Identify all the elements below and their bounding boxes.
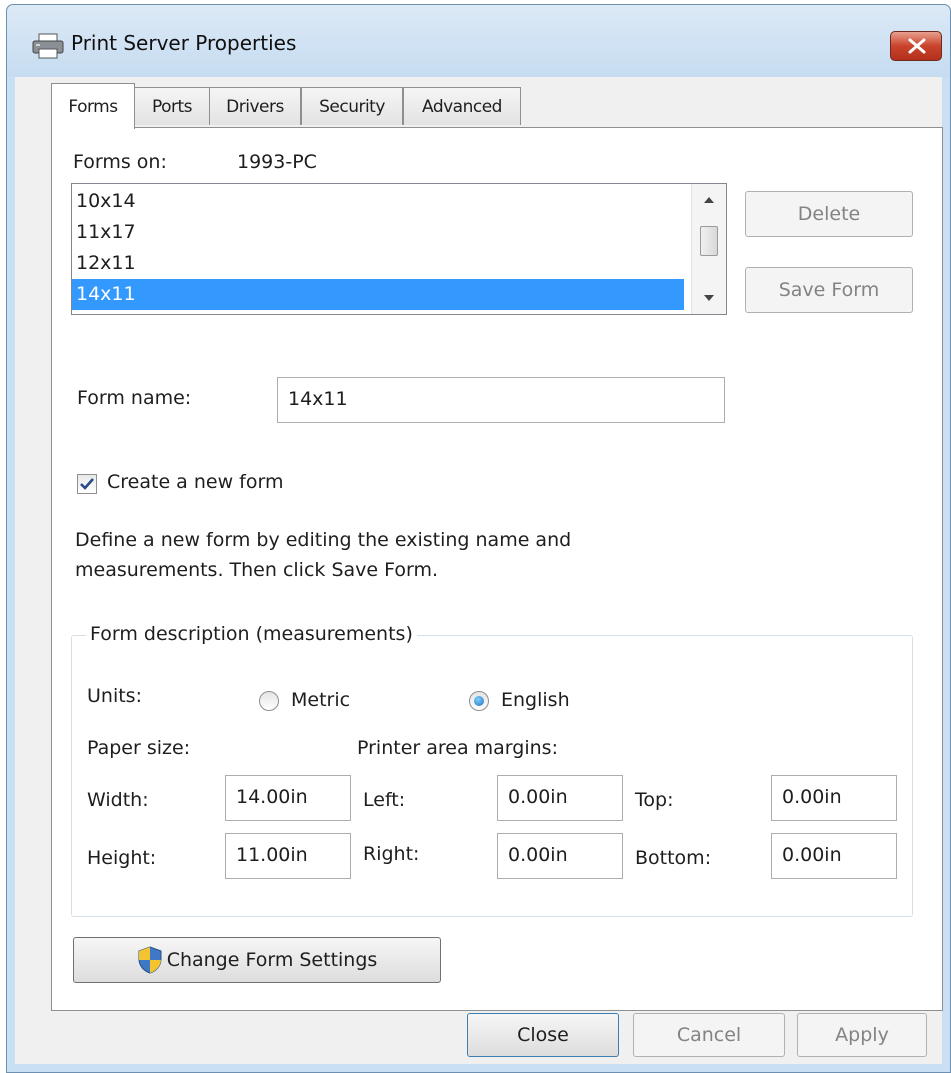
forms-list-scrollbar[interactable] bbox=[691, 184, 726, 314]
create-new-form-label[interactable]: Create a new form bbox=[107, 471, 283, 493]
metric-radio-label[interactable]: Metric bbox=[291, 689, 350, 711]
width-input[interactable]: 14.00in bbox=[225, 775, 351, 821]
right-margin-label: Right: bbox=[363, 843, 420, 865]
top-margin-input[interactable]: 0.00in bbox=[771, 775, 897, 821]
tab-drivers[interactable]: Drivers bbox=[209, 87, 301, 125]
top-margin-label: Top: bbox=[635, 789, 674, 811]
bottom-margin-label: Bottom: bbox=[635, 847, 712, 869]
print-server-properties-window: Print Server Properties Forms Ports Driv… bbox=[6, 4, 951, 1073]
cancel-button[interactable]: Cancel bbox=[633, 1013, 785, 1057]
printer-icon bbox=[32, 33, 64, 59]
create-new-form-checkbox[interactable] bbox=[77, 474, 97, 494]
forms-on-label: Forms on: bbox=[73, 151, 167, 173]
window-close-button[interactable] bbox=[890, 31, 942, 61]
list-item[interactable]: 11x17 bbox=[72, 217, 684, 248]
forms-listbox[interactable]: 10x14 11x17 12x11 14x11 bbox=[71, 183, 727, 315]
save-form-button[interactable]: Save Form bbox=[745, 267, 913, 313]
window-title: Print Server Properties bbox=[71, 31, 297, 55]
instruction-text-line1: Define a new form by editing the existin… bbox=[75, 529, 572, 551]
list-item[interactable]: 10x14 bbox=[72, 186, 684, 217]
tab-drivers-label: Drivers bbox=[226, 96, 284, 117]
english-radio-label[interactable]: English bbox=[501, 689, 570, 711]
list-item[interactable]: 12x11 bbox=[72, 248, 684, 279]
title-bar[interactable]: Print Server Properties bbox=[7, 5, 950, 77]
form-name-label: Form name: bbox=[77, 387, 192, 409]
delete-button-label: Delete bbox=[797, 203, 861, 225]
scroll-down-arrow-icon[interactable] bbox=[692, 284, 726, 312]
left-margin-label: Left: bbox=[363, 789, 406, 811]
english-radio[interactable] bbox=[469, 691, 489, 711]
height-label: Height: bbox=[87, 847, 157, 869]
tab-security[interactable]: Security bbox=[301, 87, 403, 125]
height-input[interactable]: 11.00in bbox=[225, 833, 351, 879]
tab-advanced-label: Advanced bbox=[422, 96, 502, 117]
units-label: Units: bbox=[87, 685, 142, 707]
save-form-button-label: Save Form bbox=[778, 279, 880, 301]
form-description-group-title: Form description (measurements) bbox=[86, 623, 417, 645]
metric-radio[interactable] bbox=[259, 691, 279, 711]
apply-button-label: Apply bbox=[835, 1024, 889, 1046]
dialog-client-area: Forms Ports Drivers Security Advanced Fo… bbox=[15, 77, 943, 1064]
instruction-text-line2: measurements. Then click Save Form. bbox=[75, 559, 439, 581]
scrollbar-thumb[interactable] bbox=[700, 226, 718, 256]
apply-button[interactable]: Apply bbox=[797, 1013, 927, 1057]
uac-shield-icon bbox=[138, 946, 162, 974]
tab-advanced[interactable]: Advanced bbox=[403, 87, 521, 125]
tab-forms[interactable]: Forms bbox=[51, 83, 135, 129]
close-button-label: Close bbox=[517, 1024, 569, 1046]
width-label: Width: bbox=[87, 789, 149, 811]
delete-button[interactable]: Delete bbox=[745, 191, 913, 237]
form-name-input[interactable]: 14x11 bbox=[277, 377, 725, 423]
cancel-button-label: Cancel bbox=[676, 1024, 742, 1046]
close-icon bbox=[908, 38, 926, 54]
bottom-margin-input[interactable]: 0.00in bbox=[771, 833, 897, 879]
change-form-settings-button[interactable]: Change Form Settings bbox=[73, 937, 441, 983]
change-form-settings-label: Change Form Settings bbox=[166, 949, 378, 971]
tab-ports-label: Ports bbox=[151, 96, 193, 117]
forms-on-server: 1993-PC bbox=[237, 151, 317, 173]
paper-size-label: Paper size: bbox=[87, 737, 191, 759]
right-margin-input[interactable]: 0.00in bbox=[497, 833, 623, 879]
list-item-selected[interactable]: 14x11 bbox=[72, 279, 684, 310]
tab-security-label: Security bbox=[319, 96, 385, 117]
printer-margins-label: Printer area margins: bbox=[357, 737, 558, 759]
tab-forms-label: Forms bbox=[68, 96, 118, 117]
scroll-up-arrow-icon[interactable] bbox=[692, 186, 726, 214]
close-button[interactable]: Close bbox=[467, 1013, 619, 1057]
tab-ports[interactable]: Ports bbox=[134, 87, 210, 125]
checkmark-icon bbox=[80, 478, 94, 490]
left-margin-input[interactable]: 0.00in bbox=[497, 775, 623, 821]
